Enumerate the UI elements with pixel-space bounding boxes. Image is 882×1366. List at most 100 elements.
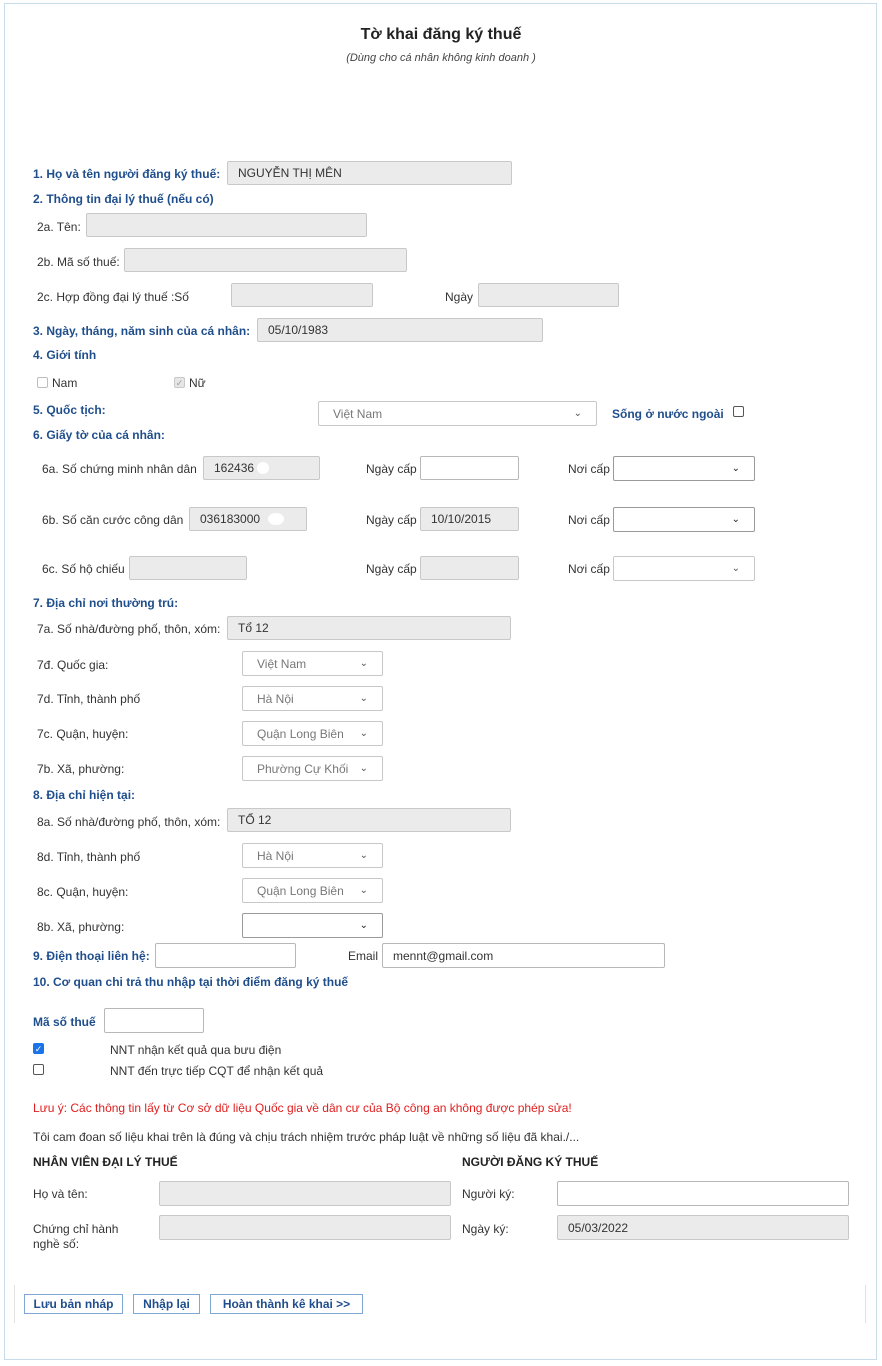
- post-result-checkbox[interactable]: ✓: [33, 1043, 44, 1054]
- perm-country-label: 7đ. Quốc gia:: [37, 658, 109, 672]
- agent-cert-label-line1: Chứng chỉ hành: [33, 1222, 119, 1236]
- check-icon: ✓: [175, 378, 184, 388]
- perm-ward-label: 7b. Xã, phường:: [37, 762, 125, 776]
- button-bar-divider-right: [865, 1285, 866, 1323]
- cur-ward-select[interactable]: ⌄: [242, 913, 383, 938]
- agent-contract-field[interactable]: [231, 283, 373, 307]
- cur-province-value: Hà Nội: [257, 848, 294, 863]
- complete-button[interactable]: Hoàn thành kê khai >>: [210, 1294, 363, 1314]
- chevron-down-icon: ⌄: [573, 408, 582, 419]
- redaction-mask: [268, 513, 284, 525]
- save-draft-button[interactable]: Lưu bản nháp: [24, 1294, 123, 1314]
- signer-field[interactable]: [557, 1181, 849, 1206]
- income-agency-label: 10. Cơ quan chi trả thu nhập tại thời đi…: [33, 975, 349, 989]
- perm-country-select[interactable]: Việt Nam ⌄: [242, 651, 383, 676]
- gender-label: 4. Giới tính: [33, 348, 97, 362]
- cmnd-value: 162436: [214, 461, 255, 475]
- cmnd-label: 6a. Số chứng minh nhân dân: [42, 462, 197, 476]
- id-docs-label: 6. Giấy tờ của cá nhân:: [33, 428, 165, 442]
- chevron-down-icon: ⌄: [359, 658, 368, 669]
- cur-district-value: Quận Long Biên: [257, 883, 344, 898]
- cur-district-select[interactable]: Quận Long Biên ⌄: [242, 878, 383, 903]
- gender-female-label: Nữ: [189, 376, 206, 390]
- gender-male-checkbox[interactable]: [37, 377, 48, 388]
- commitment-note: Tôi cam đoan số liệu khai trên là đúng v…: [33, 1130, 580, 1144]
- agent-contract-date-label: Ngày: [445, 290, 474, 304]
- fullname-field[interactable]: NGUYỄN THỊ MÊN: [227, 161, 512, 185]
- agent-signature-title: NHÂN VIÊN ĐẠI LÝ THUẾ: [33, 1155, 178, 1169]
- agent-name-field[interactable]: [86, 213, 367, 237]
- chevron-down-icon: ⌄: [359, 728, 368, 739]
- nationality-select[interactable]: Việt Nam ⌄: [318, 401, 597, 426]
- email-field[interactable]: mennt@gmail.com: [382, 943, 665, 968]
- email-label: Email: [348, 949, 379, 963]
- agent-contract-date-field[interactable]: [478, 283, 619, 307]
- passport-issue-place-label: Nơi cấp: [568, 562, 610, 576]
- current-address-label: 8. Địa chỉ hiện tại:: [33, 788, 136, 802]
- reset-button[interactable]: Nhập lại: [133, 1294, 200, 1314]
- chevron-down-icon: ⌄: [359, 850, 368, 861]
- registrant-signature-title: NGƯỜI ĐĂNG KÝ THUẾ: [462, 1155, 599, 1169]
- sign-date-field[interactable]: 05/03/2022: [557, 1215, 849, 1240]
- chevron-down-icon: ⌄: [359, 693, 368, 704]
- post-result-label: NNT nhận kết quả qua bưu điện: [110, 1043, 282, 1057]
- passport-label: 6c. Số hộ chiếu: [42, 562, 125, 576]
- chevron-down-icon: ⌄: [359, 920, 368, 931]
- cur-street-label: 8a. Số nhà/đường phố, thôn, xóm:: [37, 815, 221, 829]
- cmnd-issue-date-label: Ngày cấp: [366, 462, 417, 476]
- passport-field[interactable]: [129, 556, 247, 580]
- perm-province-label: 7d. Tỉnh, thành phố: [37, 692, 141, 706]
- birthdate-field[interactable]: 05/10/1983: [257, 318, 543, 342]
- tax-agent-section-label: 2. Thông tin đại lý thuế (nếu có): [33, 192, 214, 206]
- agent-name-label: 2a. Tên:: [37, 220, 81, 234]
- page-subtitle: (Dùng cho cá nhân không kinh doanh ): [346, 52, 536, 64]
- abroad-checkbox[interactable]: [733, 406, 744, 417]
- cmnd-issue-place-select[interactable]: ⌄: [613, 456, 755, 481]
- perm-street-label: 7a. Số nhà/đường phố, thôn, xóm:: [37, 622, 221, 636]
- cccd-value: 036183000: [200, 512, 261, 526]
- fullname-label: 1. Họ và tên người đăng ký thuế:: [33, 167, 221, 181]
- phone-field[interactable]: [155, 943, 296, 968]
- gender-female-checkbox[interactable]: ✓: [174, 377, 185, 388]
- perm-ward-select[interactable]: Phường Cự Khối ⌄: [242, 756, 383, 781]
- check-icon: ✓: [34, 1044, 43, 1054]
- perm-street-field[interactable]: Tổ 12: [227, 616, 511, 640]
- agent-tax-field[interactable]: [124, 248, 407, 272]
- nationality-value: Việt Nam: [333, 406, 383, 421]
- cccd-issue-date-field[interactable]: 10/10/2015: [420, 507, 519, 531]
- cccd-issue-place-label: Nơi cấp: [568, 513, 610, 527]
- abroad-label: Sống ở nước ngoài: [612, 407, 724, 421]
- agent-cert-field[interactable]: [159, 1215, 451, 1240]
- signer-label: Người ký:: [462, 1187, 515, 1201]
- perm-district-select[interactable]: Quận Long Biên ⌄: [242, 721, 383, 746]
- permanent-address-label: 7. Địa chỉ nơi thường trú:: [33, 596, 179, 610]
- passport-issue-place-select[interactable]: ⌄: [613, 556, 755, 581]
- chevron-down-icon: ⌄: [359, 763, 368, 774]
- sign-date-label: Ngày ký:: [462, 1222, 509, 1236]
- cur-province-select[interactable]: Hà Nội ⌄: [242, 843, 383, 868]
- perm-ward-value: Phường Cự Khối: [257, 761, 349, 776]
- cccd-field[interactable]: 036183000: [189, 507, 307, 531]
- agent-staff-name-field[interactable]: [159, 1181, 451, 1206]
- perm-district-value: Quận Long Biên: [257, 726, 344, 741]
- perm-province-select[interactable]: Hà Nội ⌄: [242, 686, 383, 711]
- cmnd-issue-date-field[interactable]: [420, 456, 519, 480]
- birthdate-label: 3. Ngày, tháng, năm sinh của cá nhân:: [33, 324, 251, 338]
- agent-cert-label-line2: nghề số:: [33, 1237, 80, 1251]
- direct-result-checkbox[interactable]: [33, 1064, 44, 1075]
- phone-label: 9. Điện thoại liên hệ:: [33, 949, 150, 963]
- cmnd-issue-place-label: Nơi cấp: [568, 462, 610, 476]
- cccd-label: 6b. Số căn cước công dân: [42, 513, 184, 527]
- passport-issue-date-field[interactable]: [420, 556, 519, 580]
- gender-male-label: Nam: [52, 376, 78, 390]
- perm-province-value: Hà Nội: [257, 691, 294, 706]
- cur-street-field[interactable]: TỔ 12: [227, 808, 511, 832]
- perm-country-value: Việt Nam: [257, 656, 307, 671]
- cur-province-label: 8d. Tỉnh, thành phố: [37, 850, 141, 864]
- chevron-down-icon: ⌄: [359, 885, 368, 896]
- cccd-issue-place-select[interactable]: ⌄: [613, 507, 755, 532]
- agent-staff-name-label: Họ và tên:: [33, 1187, 88, 1201]
- income-tax-label: Mã số thuế: [33, 1015, 96, 1029]
- perm-district-label: 7c. Quận, huyện:: [37, 727, 129, 741]
- income-tax-field[interactable]: [104, 1008, 204, 1033]
